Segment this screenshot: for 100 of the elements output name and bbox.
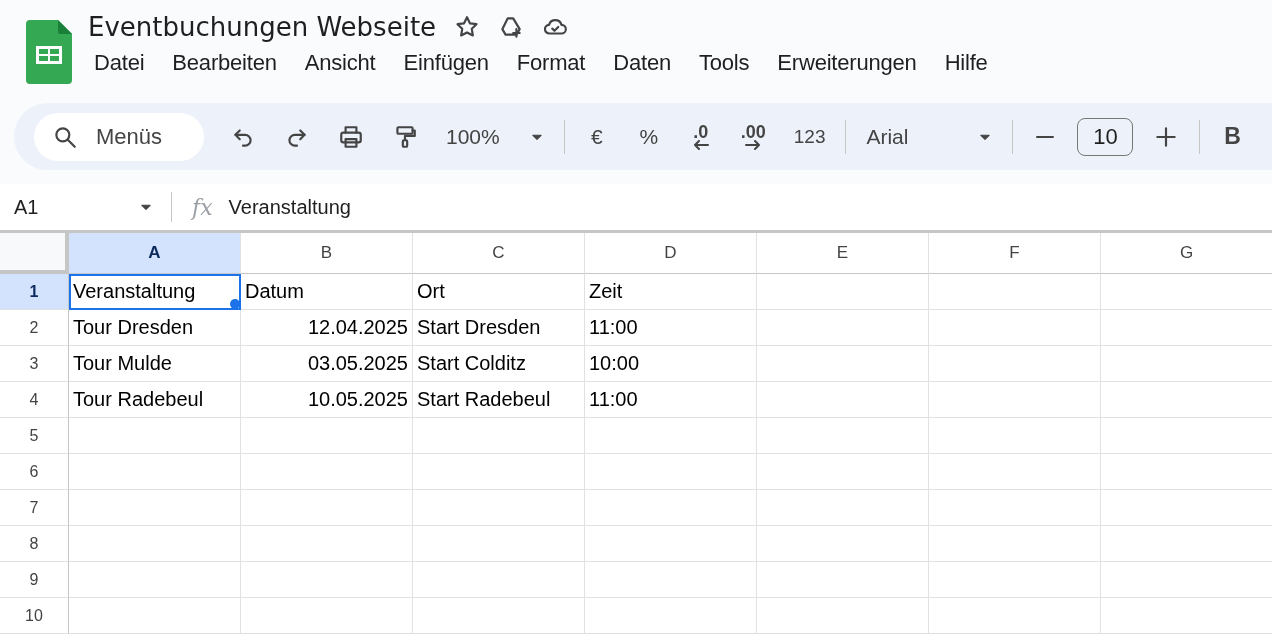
table-cell[interactable] <box>241 526 413 562</box>
table-cell[interactable]: 10:00 <box>585 346 757 382</box>
percent-button[interactable]: % <box>628 116 669 157</box>
table-cell[interactable]: Tour Dresden <box>69 310 241 346</box>
table-cell[interactable]: 11:00 <box>585 310 757 346</box>
table-cell[interactable]: 11:00 <box>585 382 757 418</box>
table-cell[interactable] <box>69 454 241 490</box>
table-cell[interactable] <box>929 310 1101 346</box>
row-header[interactable]: 5 <box>0 418 69 454</box>
row-header[interactable]: 4 <box>0 382 69 418</box>
menu-item[interactable]: Einfügen <box>389 48 503 78</box>
table-cell[interactable]: 12.04.2025 <box>241 310 413 346</box>
menu-item[interactable]: Tools <box>685 48 764 78</box>
row-header[interactable]: 10 <box>0 598 69 634</box>
table-cell[interactable] <box>69 562 241 598</box>
table-cell[interactable] <box>413 562 585 598</box>
table-cell[interactable]: Veranstaltung <box>69 274 241 310</box>
table-cell[interactable]: Start Radebeul <box>413 382 585 418</box>
table-cell[interactable]: Ort <box>413 274 585 310</box>
spreadsheet-logo[interactable] <box>26 20 72 84</box>
menu-item[interactable]: Erweiterungen <box>763 48 931 78</box>
table-cell[interactable] <box>929 382 1101 418</box>
column-header[interactable]: B <box>241 233 413 274</box>
table-cell[interactable] <box>585 598 757 634</box>
table-cell[interactable] <box>241 598 413 634</box>
row-header[interactable]: 1 <box>0 274 69 310</box>
table-cell[interactable] <box>757 346 929 382</box>
menu-item[interactable]: Daten <box>599 48 685 78</box>
font-dropdown[interactable]: Arial <box>858 116 1001 157</box>
row-header[interactable]: 6 <box>0 454 69 490</box>
formula-field[interactable]: Veranstaltung <box>228 195 351 219</box>
table-cell[interactable] <box>757 418 929 454</box>
decrease-decimals-button[interactable]: .0 <box>680 116 721 157</box>
row-header[interactable]: 7 <box>0 490 69 526</box>
row-header[interactable]: 3 <box>0 346 69 382</box>
table-cell[interactable]: Datum <box>241 274 413 310</box>
row-header[interactable]: 2 <box>0 310 69 346</box>
table-cell[interactable] <box>69 490 241 526</box>
table-cell[interactable] <box>241 454 413 490</box>
table-cell[interactable]: 10.05.2025 <box>241 382 413 418</box>
column-header[interactable]: D <box>585 233 757 274</box>
table-cell[interactable] <box>757 526 929 562</box>
menu-item[interactable]: Ansicht <box>290 48 390 78</box>
column-header[interactable]: A <box>69 233 241 274</box>
table-cell[interactable] <box>585 454 757 490</box>
table-cell[interactable] <box>757 382 929 418</box>
table-cell[interactable] <box>757 454 929 490</box>
table-cell[interactable] <box>241 490 413 526</box>
column-header[interactable]: F <box>929 233 1101 274</box>
table-cell[interactable] <box>757 274 929 310</box>
table-cell[interactable] <box>413 454 585 490</box>
zoom-dropdown[interactable]: 100% <box>438 116 552 157</box>
table-cell[interactable]: Tour Radebeul <box>69 382 241 418</box>
table-cell[interactable] <box>69 598 241 634</box>
row-header[interactable]: 8 <box>0 526 69 562</box>
table-cell[interactable]: Start Colditz <box>413 346 585 382</box>
table-cell[interactable] <box>929 454 1101 490</box>
name-box[interactable]: A1 <box>0 192 172 223</box>
column-header[interactable]: C <box>413 233 585 274</box>
table-cell[interactable] <box>413 418 585 454</box>
table-cell[interactable] <box>413 526 585 562</box>
table-cell[interactable]: Tour Mulde <box>69 346 241 382</box>
table-cell[interactable] <box>69 526 241 562</box>
table-cell[interactable] <box>757 310 929 346</box>
row-header[interactable]: 9 <box>0 562 69 598</box>
bold-button[interactable]: B <box>1212 116 1253 157</box>
fill-handle[interactable] <box>230 299 240 309</box>
font-size-field[interactable]: 10 <box>1077 117 1134 156</box>
table-cell[interactable] <box>69 418 241 454</box>
menu-item[interactable]: Datei <box>80 48 159 78</box>
select-all-corner[interactable] <box>0 233 69 274</box>
table-cell[interactable] <box>241 562 413 598</box>
table-cell[interactable]: 03.05.2025 <box>241 346 413 382</box>
table-cell[interactable] <box>929 346 1101 382</box>
table-cell[interactable] <box>241 418 413 454</box>
table-cell[interactable] <box>929 418 1101 454</box>
increase-decimals-button[interactable]: .00 <box>732 116 774 157</box>
table-cell[interactable] <box>929 562 1101 598</box>
menu-item[interactable]: Format <box>502 48 600 78</box>
table-cell[interactable] <box>757 490 929 526</box>
menu-item[interactable]: Bearbeiten <box>158 48 291 78</box>
table-cell[interactable] <box>929 598 1101 634</box>
table-cell[interactable] <box>413 490 585 526</box>
table-cell[interactable] <box>929 490 1101 526</box>
menu-item[interactable]: Hilfe <box>930 48 1002 78</box>
menu-search-field[interactable]: Menüs <box>34 112 204 161</box>
table-cell[interactable] <box>413 598 585 634</box>
currency-button[interactable]: € <box>576 116 617 157</box>
table-cell[interactable] <box>929 274 1101 310</box>
table-cell[interactable] <box>585 526 757 562</box>
column-header[interactable]: E <box>757 233 929 274</box>
table-cell[interactable] <box>757 598 929 634</box>
table-cell[interactable] <box>757 562 929 598</box>
table-cell[interactable] <box>585 562 757 598</box>
table-cell[interactable] <box>929 526 1101 562</box>
document-title[interactable]: Eventbuchungen Webseite <box>88 12 437 42</box>
number-format-button[interactable]: 123 <box>785 116 834 157</box>
table-cell[interactable] <box>585 418 757 454</box>
table-cell[interactable]: Start Dresden <box>413 310 585 346</box>
table-cell[interactable]: Zeit <box>585 274 757 310</box>
